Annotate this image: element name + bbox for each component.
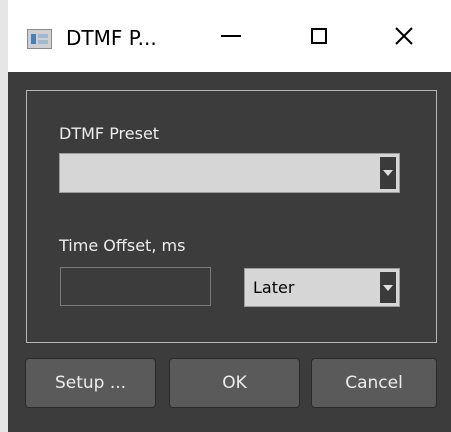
close-icon <box>395 27 413 45</box>
minimize-button[interactable] <box>196 0 266 72</box>
chevron-down-icon[interactable] <box>380 157 396 189</box>
settings-group: DTMF Preset Time Offset, ms Later <box>26 90 437 343</box>
app-icon <box>27 29 52 49</box>
cancel-button[interactable]: Cancel <box>311 358 437 408</box>
window-title: DTMF P... <box>66 26 157 50</box>
title-bar: DTMF P... <box>8 0 451 72</box>
dtmf-dialog: DTMF P... DTMF Preset Time Offset, ms La… <box>8 0 451 432</box>
maximize-button[interactable] <box>284 0 354 72</box>
chevron-down-icon[interactable] <box>380 272 396 303</box>
maximize-icon <box>311 28 327 44</box>
offset-input[interactable] <box>60 267 211 306</box>
direction-value: Later <box>253 278 295 297</box>
setup-button[interactable]: Setup ... <box>25 358 156 408</box>
offset-label: Time Offset, ms <box>59 236 186 255</box>
preset-label: DTMF Preset <box>59 124 160 143</box>
ok-button[interactable]: OK <box>169 358 300 408</box>
minimize-icon <box>221 35 241 37</box>
direction-dropdown[interactable]: Later <box>244 268 400 307</box>
preset-dropdown[interactable] <box>59 153 400 193</box>
close-button[interactable] <box>369 0 439 72</box>
